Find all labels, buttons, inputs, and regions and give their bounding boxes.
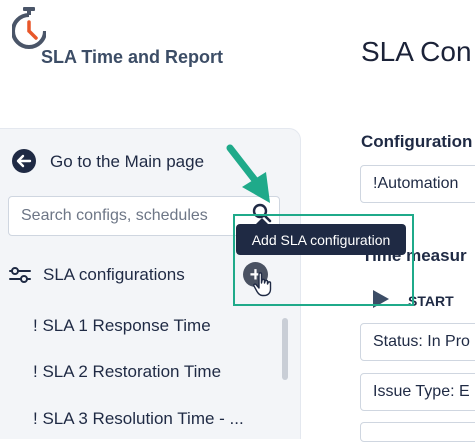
start-label: START <box>408 293 454 309</box>
sliders-icon <box>9 267 31 283</box>
page-title: SLA Con <box>361 36 472 67</box>
sla-config-item[interactable]: ! SLA 3 Resolution Time - ... <box>33 409 244 429</box>
add-sla-tooltip: Add SLA configuration <box>236 224 406 255</box>
sla-config-item[interactable]: ! SLA 2 Restoration Time <box>33 362 221 382</box>
sla-configurations-label: SLA configurations <box>43 265 185 284</box>
sidebar-scrollbar[interactable] <box>282 318 288 380</box>
issue-type-condition-field[interactable]: Issue Type: E <box>360 373 475 411</box>
app-title: SLA Time and Report <box>41 47 224 67</box>
condition-field[interactable] <box>360 422 475 442</box>
back-to-main-link[interactable]: Go to the Main page <box>50 152 204 172</box>
arrow-left-circle-icon[interactable] <box>11 148 37 174</box>
configuration-label: Configuration <box>361 132 473 151</box>
sla-config-item[interactable]: ! SLA 1 Response Time <box>33 316 211 336</box>
status-condition-field[interactable]: Status: In Pro <box>360 323 475 361</box>
configuration-field[interactable]: !Automation <box>360 165 475 203</box>
annotation-arrow-icon <box>226 144 270 203</box>
